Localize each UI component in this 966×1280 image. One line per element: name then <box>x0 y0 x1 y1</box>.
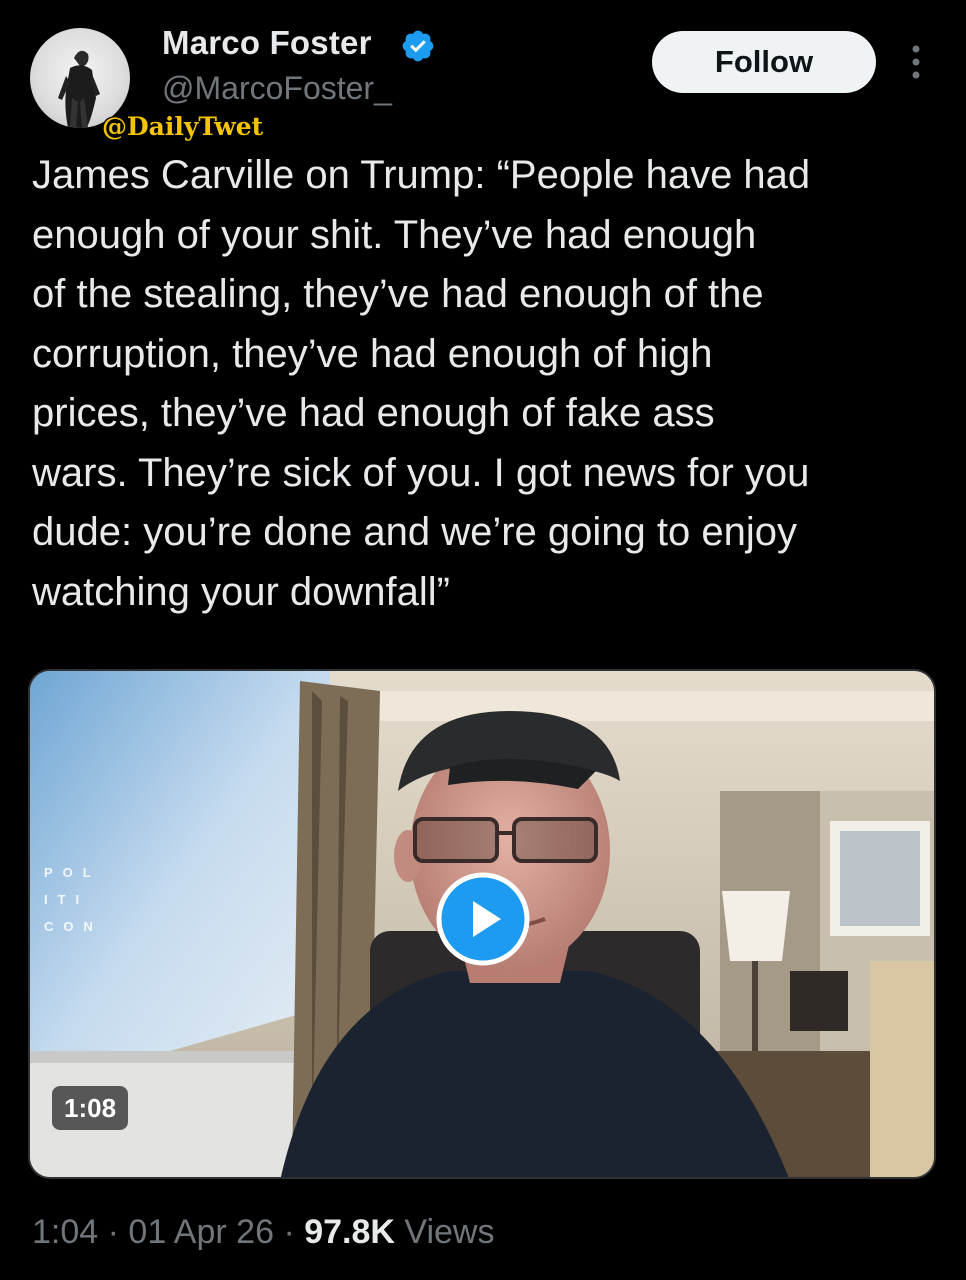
follow-button[interactable]: Follow <box>652 31 876 93</box>
tweet-metadata: 1:04 · 01 Apr 26 · 97.8K Views <box>32 1213 495 1252</box>
views-count[interactable]: 97.8K <box>304 1213 395 1251</box>
politicon-logo: POL ITI CON <box>44 865 103 934</box>
verified-badge-icon <box>402 30 434 62</box>
video-duration-badge: 1:08 <box>52 1086 129 1130</box>
tweet-text: James Carville on Trump: “People have ha… <box>32 153 811 614</box>
meta-separator: · <box>283 1213 295 1251</box>
views-label: Views <box>404 1213 495 1251</box>
video-player[interactable]: POL ITI CON 1:08 <box>28 669 936 1179</box>
watermark: @DailyTwet <box>102 112 264 141</box>
more-options-icon[interactable] <box>898 42 934 82</box>
author-handle[interactable]: @MarcoFoster_ <box>162 70 392 107</box>
tweet-time[interactable]: 1:04 <box>32 1213 98 1251</box>
meta-separator: · <box>107 1213 119 1251</box>
author-display-name[interactable]: Marco Foster <box>162 24 372 62</box>
tweet-date[interactable]: 01 Apr 26 <box>128 1213 274 1251</box>
play-icon[interactable] <box>435 871 531 967</box>
